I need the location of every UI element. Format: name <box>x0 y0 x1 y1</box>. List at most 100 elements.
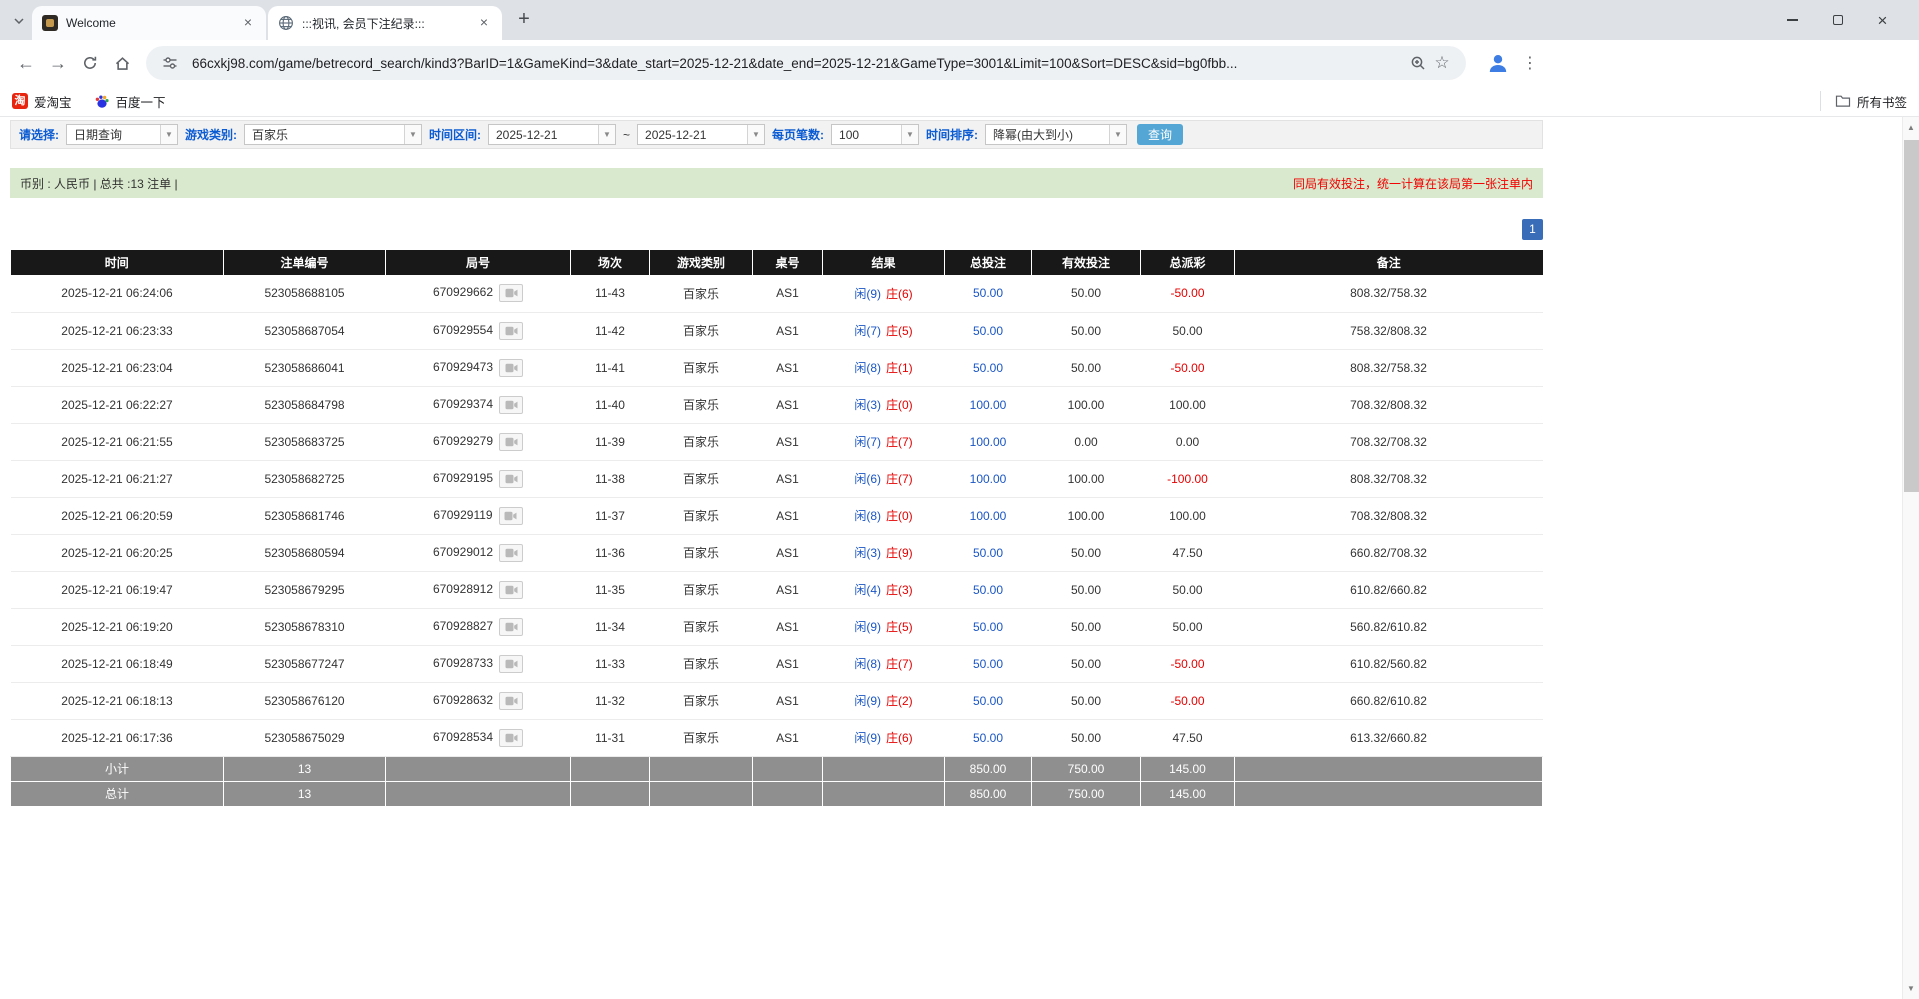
menu-kebab-icon[interactable]: ⋮ <box>1518 53 1542 73</box>
tab-close-icon[interactable]: × <box>476 15 492 31</box>
url-text[interactable]: 66cxkj98.com/game/betrecord_search/kind3… <box>192 56 1406 71</box>
video-replay-icon[interactable] <box>499 692 523 710</box>
minimize-button[interactable] <box>1770 0 1815 40</box>
select-label: 请选择: <box>19 126 59 143</box>
tab-welcome[interactable]: Welcome × <box>32 6 266 40</box>
video-replay-icon[interactable] <box>499 433 523 451</box>
date-range-label: 时间区间: <box>429 126 481 143</box>
column-header-round: 局号 <box>386 250 571 275</box>
bookmark-taobao[interactable]: 淘 爱淘宝 <box>12 92 72 111</box>
video-replay-icon[interactable] <box>499 655 523 673</box>
valid-bet-cell: 100.00 <box>1032 386 1141 423</box>
video-replay-icon[interactable] <box>499 581 523 599</box>
new-tab-button[interactable]: + <box>510 6 538 34</box>
maximize-button[interactable] <box>1815 0 1860 40</box>
payout-cell: -50.00 <box>1141 645 1235 682</box>
table-no-cell: AS1 <box>753 312 823 349</box>
total-bet-cell[interactable]: 50.00 <box>945 608 1032 645</box>
result-cell: 闲(8)庄(7) <box>823 645 945 682</box>
scroll-down-arrow[interactable]: ▼ <box>1903 980 1919 997</box>
video-replay-icon[interactable] <box>499 322 523 340</box>
table-header-row: 时间 注单编号 局号 场次 游戏类别 桌号 结果 总投注 有效投注 总派彩 备注 <box>11 250 1543 275</box>
total-bet-cell[interactable]: 50.00 <box>945 275 1032 312</box>
game-type-cell: 百家乐 <box>650 719 753 756</box>
close-button[interactable]: × <box>1860 0 1905 40</box>
tab-close-icon[interactable]: × <box>240 15 256 31</box>
query-type-value: 日期查询 <box>67 126 160 143</box>
pagination: 1 <box>10 219 1543 240</box>
session-cell: 11-39 <box>571 423 650 460</box>
total-bet-cell[interactable]: 50.00 <box>945 645 1032 682</box>
date-start-value: 2025-12-21 <box>489 128 598 142</box>
result-cell: 闲(7)庄(5) <box>823 312 945 349</box>
scroll-up-arrow[interactable]: ▲ <box>1903 119 1919 136</box>
all-bookmarks-button[interactable]: 所有书签 <box>1820 91 1907 111</box>
total-bet-cell[interactable]: 50.00 <box>945 719 1032 756</box>
video-replay-icon[interactable] <box>499 396 523 414</box>
round-cell: 670929554 <box>386 312 571 349</box>
game-type-select[interactable]: 百家乐 ▼ <box>244 124 422 145</box>
video-replay-icon[interactable] <box>499 359 523 377</box>
zoom-icon[interactable] <box>1406 51 1430 75</box>
banker-result: 庄(5) <box>886 324 913 338</box>
page-size-select[interactable]: 100 ▼ <box>831 124 919 145</box>
total-bet-cell[interactable]: 50.00 <box>945 682 1032 719</box>
person-icon <box>1486 51 1510 75</box>
date-end-select[interactable]: 2025-12-21 ▼ <box>637 124 765 145</box>
time-cell: 2025-12-21 06:20:25 <box>11 534 224 571</box>
scrollbar-thumb[interactable] <box>1904 140 1919 492</box>
bookmark-star-icon[interactable]: ☆ <box>1430 51 1454 75</box>
search-button[interactable]: 查询 <box>1137 124 1183 145</box>
game-type-cell: 百家乐 <box>650 386 753 423</box>
video-replay-icon[interactable] <box>499 729 523 747</box>
total-bet-cell[interactable]: 50.00 <box>945 312 1032 349</box>
chevron-down-icon: ▼ <box>160 125 177 144</box>
url-bar[interactable]: 66cxkj98.com/game/betrecord_search/kind3… <box>146 46 1466 80</box>
filter-bar: 请选择: 日期查询 ▼ 游戏类别: 百家乐 ▼ 时间区间: 2025-12-21… <box>10 120 1543 149</box>
round-id-text: 670928534 <box>433 730 493 744</box>
total-bet-cell[interactable]: 100.00 <box>945 423 1032 460</box>
video-replay-icon[interactable] <box>499 470 523 488</box>
video-replay-icon[interactable] <box>499 618 523 636</box>
total-bet-cell[interactable]: 100.00 <box>945 460 1032 497</box>
tab-betrecord[interactable]: :::视讯, 会员下注纪录::: × <box>268 6 502 40</box>
total-bet-cell[interactable]: 50.00 <box>945 534 1032 571</box>
tab-search-chevron-button[interactable] <box>8 6 30 36</box>
bet-record-row: 2025-12-21 06:19:47 523058679295 6709289… <box>11 571 1543 608</box>
table-footer: 小计 13 850.00 750.00 145.00 总计 13 850.00 … <box>11 756 1543 806</box>
reload-button[interactable] <box>74 47 106 79</box>
payout-cell: 50.00 <box>1141 608 1235 645</box>
banker-result: 庄(6) <box>886 287 913 301</box>
result-cell: 闲(3)庄(0) <box>823 386 945 423</box>
player-result: 闲(4) <box>854 583 881 597</box>
date-start-select[interactable]: 2025-12-21 ▼ <box>488 124 616 145</box>
bet-record-row: 2025-12-21 06:20:25 523058680594 6709290… <box>11 534 1543 571</box>
site-info-icon[interactable] <box>158 51 182 75</box>
profile-avatar[interactable] <box>1484 49 1512 77</box>
banker-result: 庄(7) <box>886 657 913 671</box>
table-no-cell: AS1 <box>753 608 823 645</box>
total-bet-cell[interactable]: 100.00 <box>945 497 1032 534</box>
note-cell: 560.82/610.82 <box>1235 608 1543 645</box>
valid-bet-cell: 100.00 <box>1032 460 1141 497</box>
session-cell: 11-33 <box>571 645 650 682</box>
table-no-cell: AS1 <box>753 460 823 497</box>
query-type-select[interactable]: 日期查询 ▼ <box>66 124 178 145</box>
total-bet-cell[interactable]: 50.00 <box>945 571 1032 608</box>
total-bet-cell[interactable]: 100.00 <box>945 386 1032 423</box>
video-replay-icon[interactable] <box>499 284 523 302</box>
forward-button[interactable]: → <box>42 47 74 79</box>
video-replay-icon[interactable] <box>499 544 523 562</box>
bet-id-cell: 523058681746 <box>224 497 386 534</box>
bet-id-cell: 523058676120 <box>224 682 386 719</box>
round-id-text: 670929473 <box>433 360 493 374</box>
back-button[interactable]: ← <box>10 47 42 79</box>
video-replay-icon[interactable] <box>499 507 523 525</box>
round-id-text: 670928827 <box>433 619 493 633</box>
page-scrollbar[interactable]: ▲ ▼ <box>1902 117 1919 999</box>
sort-select[interactable]: 降幂(由大到小) ▼ <box>985 124 1127 145</box>
home-button[interactable] <box>106 47 138 79</box>
page-1-button[interactable]: 1 <box>1522 219 1543 240</box>
bookmark-baidu[interactable]: 百度一下 <box>94 92 166 111</box>
total-bet-cell[interactable]: 50.00 <box>945 349 1032 386</box>
